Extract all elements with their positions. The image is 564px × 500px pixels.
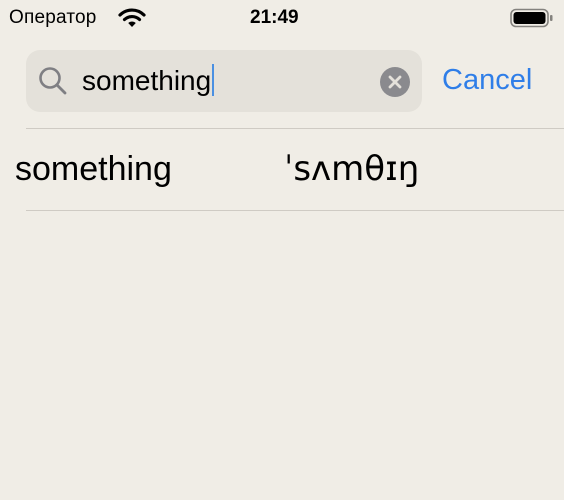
- text-caret: [212, 64, 215, 96]
- divider-bottom: [26, 210, 564, 211]
- wifi-icon: [118, 8, 146, 28]
- result-word: something: [15, 150, 172, 188]
- search-input-text: something: [82, 65, 212, 96]
- status-time: 21:49: [250, 7, 299, 28]
- status-bar: Оператор 21:49: [0, 0, 564, 36]
- battery-icon: [510, 8, 554, 28]
- result-transcription: ˈsʌmθɪŋ: [284, 149, 420, 189]
- clear-icon[interactable]: [380, 67, 410, 97]
- list-item[interactable]: something ˈsʌmθɪŋ: [0, 129, 564, 210]
- search-field[interactable]: something: [26, 50, 422, 112]
- cancel-button[interactable]: Cancel: [442, 61, 532, 99]
- search-icon: [38, 66, 68, 96]
- search-input[interactable]: something: [82, 64, 215, 98]
- carrier-name: Оператор: [9, 7, 97, 28]
